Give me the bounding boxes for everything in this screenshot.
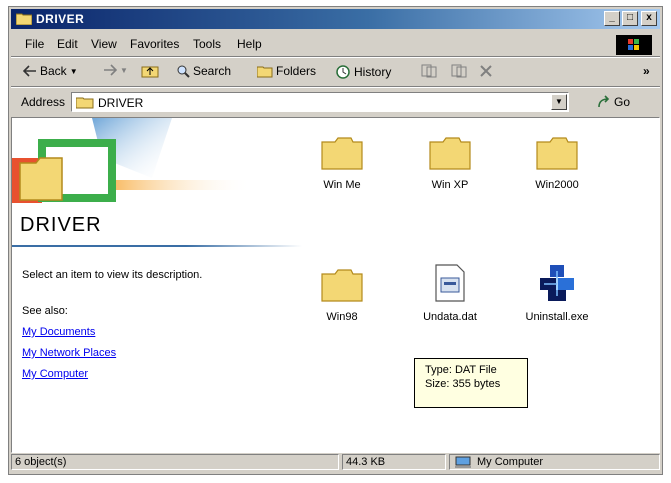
maximize-button[interactable]: □ [622,11,638,26]
menu-edit[interactable]: Edit [57,37,78,51]
folders-label: Folders [276,64,317,78]
address-label: Address [21,95,66,109]
file-label: Win XP [431,179,469,191]
status-zone: My Computer [449,454,660,470]
file-label: Win Me [323,179,361,191]
exe-file-icon [540,265,574,301]
address-input[interactable]: DRIVER ▼ [71,92,569,112]
file-label: Win2000 [535,179,579,191]
folder-icon [76,97,94,109]
panel-title: DRIVER [20,214,102,236]
toolbar-separator [11,86,660,88]
minimize-button[interactable]: _ [604,11,620,26]
search-label: Search [193,64,232,78]
file-item-win2000[interactable]: Win2000 [507,136,607,191]
link-my-documents[interactable]: My Documents [22,326,95,338]
go-button[interactable]: Go [597,95,630,109]
status-object-count: 6 object(s) [11,454,339,470]
menu-help[interactable]: Help [237,37,262,51]
file-item-win-me[interactable]: Win Me [292,136,392,191]
address-bar: Address DRIVER ▼ Go [11,89,660,115]
move-to-button[interactable] [421,64,437,78]
folders-icon [257,66,273,77]
see-also-label: See also: [22,305,68,317]
go-arrow-icon [598,95,610,108]
folder-icon [429,137,471,170]
folder-icon [16,13,32,25]
folder-view[interactable]: DRIVER Select an item to view its descri… [11,117,660,453]
delete-button[interactable] [479,64,493,78]
forward-button[interactable]: ▼ [103,64,128,76]
panel-divider [12,245,302,247]
menu-tools[interactable]: Tools [193,37,221,51]
back-label: Back [40,64,67,78]
window-title: DRIVER [36,12,85,26]
forward-arrow-icon [104,64,117,76]
folder-icon [321,269,363,302]
close-button[interactable]: x [641,11,657,26]
tooltip-type: Type: DAT File [425,364,497,376]
search-icon [177,65,190,78]
back-button[interactable]: Back ▼ [23,64,78,78]
file-item-win98[interactable]: Win98 [292,268,392,323]
up-folder-icon [141,66,159,78]
delete-x-icon [480,65,492,77]
status-bar: 6 object(s) 44.3 KB My Computer [11,452,660,472]
explorer-window: DRIVER _ □ x File Edit View Favorites To… [8,6,663,475]
folder-banner-graphic [12,118,252,203]
file-item-win-xp[interactable]: Win XP [400,136,500,191]
status-size: 44.3 KB [342,454,446,470]
file-label: Win98 [326,311,358,323]
move-to-icon [421,64,437,78]
copy-to-button[interactable] [451,64,467,78]
copy-to-icon [451,64,467,78]
back-dropdown-icon[interactable]: ▼ [70,67,78,76]
history-clock-icon [336,65,350,79]
menu-file[interactable]: File [25,37,44,51]
up-folder-button[interactable] [141,64,159,78]
file-item-uninstall-exe[interactable]: Uninstall.exe [507,264,607,323]
menu-view[interactable]: View [91,37,117,51]
address-dropdown-button[interactable]: ▼ [551,94,567,110]
menu-bar: File Edit View Favorites Tools Help [11,33,660,55]
menu-favorites[interactable]: Favorites [130,37,179,51]
file-info-tooltip: Type: DAT File Size: 355 bytes [414,358,528,408]
windows-logo-icon [616,35,652,55]
history-button[interactable]: History [335,64,391,80]
tooltip-size: Size: 355 bytes [425,378,501,390]
folder-icon [536,137,578,170]
back-arrow-icon [23,65,36,77]
address-value: DRIVER [98,96,144,110]
dat-file-icon [435,264,465,302]
file-label: Undata.dat [423,311,477,323]
toolbar-overflow-chevron[interactable]: » [643,64,650,78]
description-text: Select an item to view its description. [22,269,203,281]
forward-dropdown-icon: ▼ [120,65,128,75]
search-button[interactable]: Search [176,64,231,78]
status-zone-label: My Computer [477,456,544,468]
file-label: Uninstall.exe [525,311,589,323]
history-label: History [354,65,392,79]
file-item-undata-dat[interactable]: Undata.dat [400,264,500,323]
title-bar[interactable]: DRIVER _ □ x [11,9,660,29]
link-my-network-places[interactable]: My Network Places [22,347,116,359]
menu-separator [11,56,660,58]
folders-button[interactable]: Folders [257,64,316,78]
link-my-computer[interactable]: My Computer [22,368,88,380]
go-label: Go [614,95,631,109]
folder-icon [321,137,363,170]
my-computer-icon [455,456,471,468]
standard-toolbar: Back ▼ ▼ Search Folders History » [11,59,660,85]
